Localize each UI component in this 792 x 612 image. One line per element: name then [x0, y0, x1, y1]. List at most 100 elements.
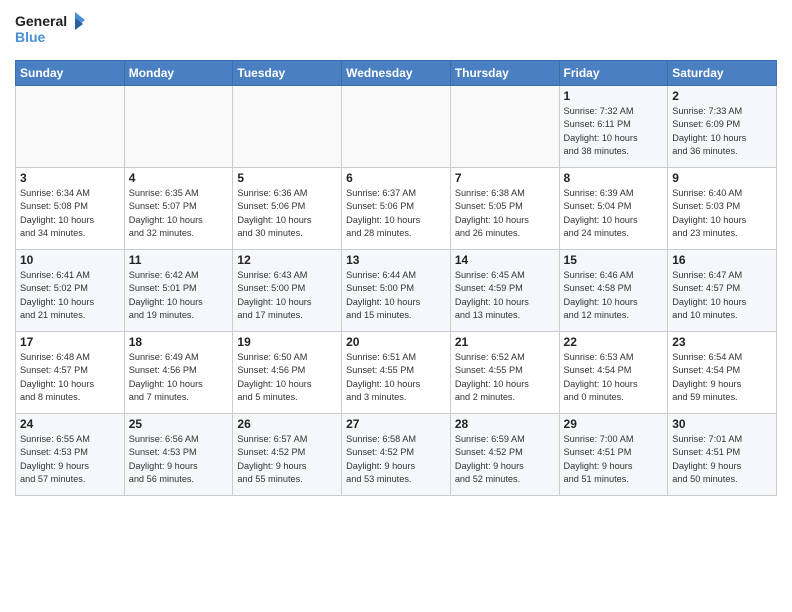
- day-number: 23: [672, 335, 772, 349]
- cell-info: Sunrise: 6:44 AM Sunset: 5:00 PM Dayligh…: [346, 269, 446, 322]
- day-number: 2: [672, 89, 772, 103]
- cell-info: Sunrise: 6:43 AM Sunset: 5:00 PM Dayligh…: [237, 269, 337, 322]
- cell-info: Sunrise: 6:40 AM Sunset: 5:03 PM Dayligh…: [672, 187, 772, 240]
- cell-info: Sunrise: 6:56 AM Sunset: 4:53 PM Dayligh…: [129, 433, 229, 486]
- cell-info: Sunrise: 6:34 AM Sunset: 5:08 PM Dayligh…: [20, 187, 120, 240]
- cell-info: Sunrise: 6:37 AM Sunset: 5:06 PM Dayligh…: [346, 187, 446, 240]
- day-number: 22: [564, 335, 664, 349]
- day-number: 28: [455, 417, 555, 431]
- cell-info: Sunrise: 6:48 AM Sunset: 4:57 PM Dayligh…: [20, 351, 120, 404]
- calendar-cell: 5 Sunrise: 6:36 AM Sunset: 5:06 PM Daylig…: [233, 168, 342, 250]
- calendar-cell: 9Sunrise: 6:40 AM Sunset: 5:03 PM Daylig…: [668, 168, 777, 250]
- calendar-cell: [233, 86, 342, 168]
- calendar-cell: 3 Sunrise: 6:34 AM Sunset: 5:08 PM Daylig…: [16, 168, 125, 250]
- header: General Blue: [15, 10, 777, 52]
- day-number: 27: [346, 417, 446, 431]
- calendar-cell: 11Sunrise: 6:42 AM Sunset: 5:01 PM Dayli…: [124, 250, 233, 332]
- cell-info: Sunrise: 7:33 AM Sunset: 6:09 PM Dayligh…: [672, 105, 772, 158]
- calendar-cell: 14 Sunrise: 6:45 AM Sunset: 4:59 PM Dayli…: [450, 250, 559, 332]
- day-number: 15: [564, 253, 664, 267]
- week-row-2: 3 Sunrise: 6:34 AM Sunset: 5:08 PM Daylig…: [16, 168, 777, 250]
- day-number: 12: [237, 253, 337, 267]
- day-number: 20: [346, 335, 446, 349]
- day-number: 6: [346, 171, 446, 185]
- svg-text:Blue: Blue: [15, 29, 46, 45]
- calendar-cell: 6 Sunrise: 6:37 AM Sunset: 5:06 PM Daylig…: [342, 168, 451, 250]
- calendar-cell: 16 Sunrise: 6:47 AM Sunset: 4:57 PM Dayli…: [668, 250, 777, 332]
- cell-info: Sunrise: 6:49 AM Sunset: 4:56 PM Dayligh…: [129, 351, 229, 404]
- col-header-monday: Monday: [124, 61, 233, 86]
- cell-info: Sunrise: 6:52 AM Sunset: 4:55 PM Dayligh…: [455, 351, 555, 404]
- calendar-cell: 27 Sunrise: 6:58 AM Sunset: 4:52 PM Dayli…: [342, 414, 451, 496]
- col-header-wednesday: Wednesday: [342, 61, 451, 86]
- calendar-cell: 12 Sunrise: 6:43 AM Sunset: 5:00 PM Dayli…: [233, 250, 342, 332]
- cell-info: Sunrise: 6:55 AM Sunset: 4:53 PM Dayligh…: [20, 433, 120, 486]
- cell-info: Sunrise: 6:51 AM Sunset: 4:55 PM Dayligh…: [346, 351, 446, 404]
- week-row-5: 24Sunrise: 6:55 AM Sunset: 4:53 PM Dayli…: [16, 414, 777, 496]
- cell-info: Sunrise: 7:01 AM Sunset: 4:51 PM Dayligh…: [672, 433, 772, 486]
- day-number: 5: [237, 171, 337, 185]
- week-row-4: 17 Sunrise: 6:48 AM Sunset: 4:57 PM Dayli…: [16, 332, 777, 414]
- calendar-cell: 28 Sunrise: 6:59 AM Sunset: 4:52 PM Dayli…: [450, 414, 559, 496]
- cell-info: Sunrise: 7:00 AM Sunset: 4:51 PM Dayligh…: [564, 433, 664, 486]
- calendar-cell: 1Sunrise: 7:32 AM Sunset: 6:11 PM Daylig…: [559, 86, 668, 168]
- calendar-cell: 15 Sunrise: 6:46 AM Sunset: 4:58 PM Dayli…: [559, 250, 668, 332]
- day-number: 26: [237, 417, 337, 431]
- col-header-tuesday: Tuesday: [233, 61, 342, 86]
- day-number: 7: [455, 171, 555, 185]
- day-number: 18: [129, 335, 229, 349]
- calendar-cell: 7Sunrise: 6:38 AM Sunset: 5:05 PM Daylig…: [450, 168, 559, 250]
- day-number: 11: [129, 253, 229, 267]
- calendar-cell: 24Sunrise: 6:55 AM Sunset: 4:53 PM Dayli…: [16, 414, 125, 496]
- calendar-cell: 21 Sunrise: 6:52 AM Sunset: 4:55 PM Dayli…: [450, 332, 559, 414]
- calendar-cell: [342, 86, 451, 168]
- day-number: 13: [346, 253, 446, 267]
- calendar-cell: [124, 86, 233, 168]
- calendar-cell: 13 Sunrise: 6:44 AM Sunset: 5:00 PM Dayli…: [342, 250, 451, 332]
- calendar-cell: 2 Sunrise: 7:33 AM Sunset: 6:09 PM Daylig…: [668, 86, 777, 168]
- week-row-1: 1Sunrise: 7:32 AM Sunset: 6:11 PM Daylig…: [16, 86, 777, 168]
- col-header-friday: Friday: [559, 61, 668, 86]
- day-number: 30: [672, 417, 772, 431]
- cell-info: Sunrise: 6:46 AM Sunset: 4:58 PM Dayligh…: [564, 269, 664, 322]
- calendar-cell: 4Sunrise: 6:35 AM Sunset: 5:07 PM Daylig…: [124, 168, 233, 250]
- day-number: 16: [672, 253, 772, 267]
- calendar-cell: 8 Sunrise: 6:39 AM Sunset: 5:04 PM Daylig…: [559, 168, 668, 250]
- calendar-table: SundayMondayTuesdayWednesdayThursdayFrid…: [15, 60, 777, 496]
- calendar-cell: 19 Sunrise: 6:50 AM Sunset: 4:56 PM Dayli…: [233, 332, 342, 414]
- col-header-sunday: Sunday: [16, 61, 125, 86]
- day-number: 17: [20, 335, 120, 349]
- cell-info: Sunrise: 6:36 AM Sunset: 5:06 PM Dayligh…: [237, 187, 337, 240]
- day-number: 1: [564, 89, 664, 103]
- day-number: 19: [237, 335, 337, 349]
- day-number: 21: [455, 335, 555, 349]
- calendar-cell: 17 Sunrise: 6:48 AM Sunset: 4:57 PM Dayli…: [16, 332, 125, 414]
- day-number: 14: [455, 253, 555, 267]
- cell-info: Sunrise: 6:47 AM Sunset: 4:57 PM Dayligh…: [672, 269, 772, 322]
- day-number: 8: [564, 171, 664, 185]
- day-number: 10: [20, 253, 120, 267]
- calendar-cell: 26 Sunrise: 6:57 AM Sunset: 4:52 PM Dayli…: [233, 414, 342, 496]
- cell-info: Sunrise: 6:39 AM Sunset: 5:04 PM Dayligh…: [564, 187, 664, 240]
- week-row-3: 10Sunrise: 6:41 AM Sunset: 5:02 PM Dayli…: [16, 250, 777, 332]
- calendar-cell: 20 Sunrise: 6:51 AM Sunset: 4:55 PM Dayli…: [342, 332, 451, 414]
- cell-info: Sunrise: 6:53 AM Sunset: 4:54 PM Dayligh…: [564, 351, 664, 404]
- col-header-saturday: Saturday: [668, 61, 777, 86]
- cell-info: Sunrise: 6:59 AM Sunset: 4:52 PM Dayligh…: [455, 433, 555, 486]
- cell-info: Sunrise: 6:54 AM Sunset: 4:54 PM Dayligh…: [672, 351, 772, 404]
- logo-svg: General Blue: [15, 10, 85, 52]
- calendar-cell: [450, 86, 559, 168]
- calendar-cell: 10Sunrise: 6:41 AM Sunset: 5:02 PM Dayli…: [16, 250, 125, 332]
- col-header-thursday: Thursday: [450, 61, 559, 86]
- calendar-cell: 18 Sunrise: 6:49 AM Sunset: 4:56 PM Dayli…: [124, 332, 233, 414]
- day-number: 4: [129, 171, 229, 185]
- cell-info: Sunrise: 6:58 AM Sunset: 4:52 PM Dayligh…: [346, 433, 446, 486]
- day-number: 3: [20, 171, 120, 185]
- cell-info: Sunrise: 6:57 AM Sunset: 4:52 PM Dayligh…: [237, 433, 337, 486]
- cell-info: Sunrise: 6:50 AM Sunset: 4:56 PM Dayligh…: [237, 351, 337, 404]
- calendar-cell: [16, 86, 125, 168]
- calendar-cell: 23 Sunrise: 6:54 AM Sunset: 4:54 PM Dayli…: [668, 332, 777, 414]
- day-number: 25: [129, 417, 229, 431]
- cell-info: Sunrise: 6:45 AM Sunset: 4:59 PM Dayligh…: [455, 269, 555, 322]
- day-number: 29: [564, 417, 664, 431]
